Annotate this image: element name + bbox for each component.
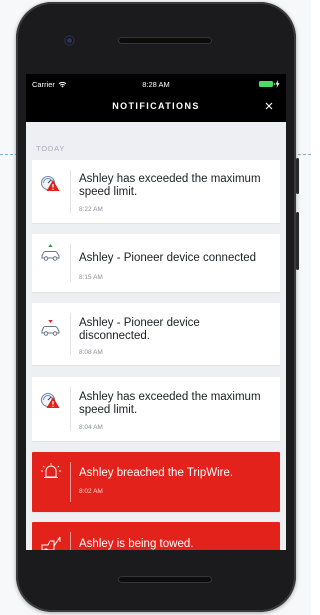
section-label-today: TODAY — [36, 144, 66, 153]
notification-time: 8:08 AM — [79, 349, 103, 356]
tow-truck-icon — [38, 534, 64, 550]
close-icon — [265, 102, 273, 110]
card-divider — [70, 462, 71, 502]
notification-card-alert[interactable]: Ashley is being towed. — [32, 522, 280, 550]
battery-icon — [259, 81, 275, 87]
notification-message: Ashley - Pioneer device disconnected. — [79, 317, 200, 342]
status-bar: Carrier 8:28 AM — [26, 74, 286, 94]
status-time: 8:28 AM — [142, 80, 170, 89]
phone-frame: Carrier 8:28 AM NOTIFICATIONS TODAY Ashl… — [16, 2, 299, 612]
notification-card-alert[interactable]: Ashley breached the TripWire. 8:02 AM — [32, 452, 280, 512]
speedometer-alert-icon — [38, 391, 64, 411]
power-button — [296, 158, 299, 194]
stage: Carrier 8:28 AM NOTIFICATIONS TODAY Ashl… — [0, 0, 311, 615]
notification-time: 8:02 AM — [79, 488, 103, 495]
notification-message: Ashley is being towed. — [79, 538, 194, 550]
notification-time: 8:04 AM — [79, 424, 103, 431]
notification-card[interactable]: Ashley has exceeded the maximum speed li… — [32, 377, 280, 441]
notification-card[interactable]: Ashley - Pioneer device connected 8:15 A… — [32, 234, 280, 292]
charging-bolt-icon — [275, 80, 280, 88]
screen: Carrier 8:28 AM NOTIFICATIONS TODAY Ashl… — [26, 74, 286, 550]
notification-time: 8:15 AM — [79, 274, 103, 281]
card-divider — [70, 532, 71, 550]
status-battery — [259, 80, 280, 88]
earpiece-speaker — [118, 37, 212, 44]
bottom-speaker — [118, 576, 212, 583]
volume-button — [296, 212, 299, 270]
notification-message: Ashley breached the TripWire. — [79, 467, 234, 479]
front-camera — [64, 35, 75, 46]
notification-time: 8:22 AM — [79, 206, 103, 213]
card-divider — [70, 313, 71, 355]
tripwire-alarm-icon — [38, 462, 64, 482]
nav-bar: NOTIFICATIONS — [26, 94, 286, 122]
close-button[interactable] — [262, 99, 276, 113]
notification-card[interactable]: Ashley has exceeded the maximum speed li… — [32, 160, 280, 223]
notification-message: Ashley - Pioneer device connected — [79, 252, 257, 264]
notification-message: Ashley has exceeded the maximum speed li… — [79, 391, 261, 416]
card-divider — [70, 387, 71, 431]
notification-message: Ashley has exceeded the maximum speed li… — [79, 173, 261, 198]
car-disconnected-icon — [38, 317, 64, 337]
notification-card[interactable]: Ashley - Pioneer device disconnected. 8:… — [32, 303, 280, 365]
notifications-list[interactable]: TODAY Ashley has exceeded the maximum sp… — [26, 122, 286, 550]
page-title: NOTIFICATIONS — [112, 101, 200, 111]
card-divider — [70, 244, 71, 282]
speedometer-alert-icon — [38, 174, 64, 194]
car-connected-icon — [38, 242, 64, 262]
card-divider — [70, 170, 71, 213]
